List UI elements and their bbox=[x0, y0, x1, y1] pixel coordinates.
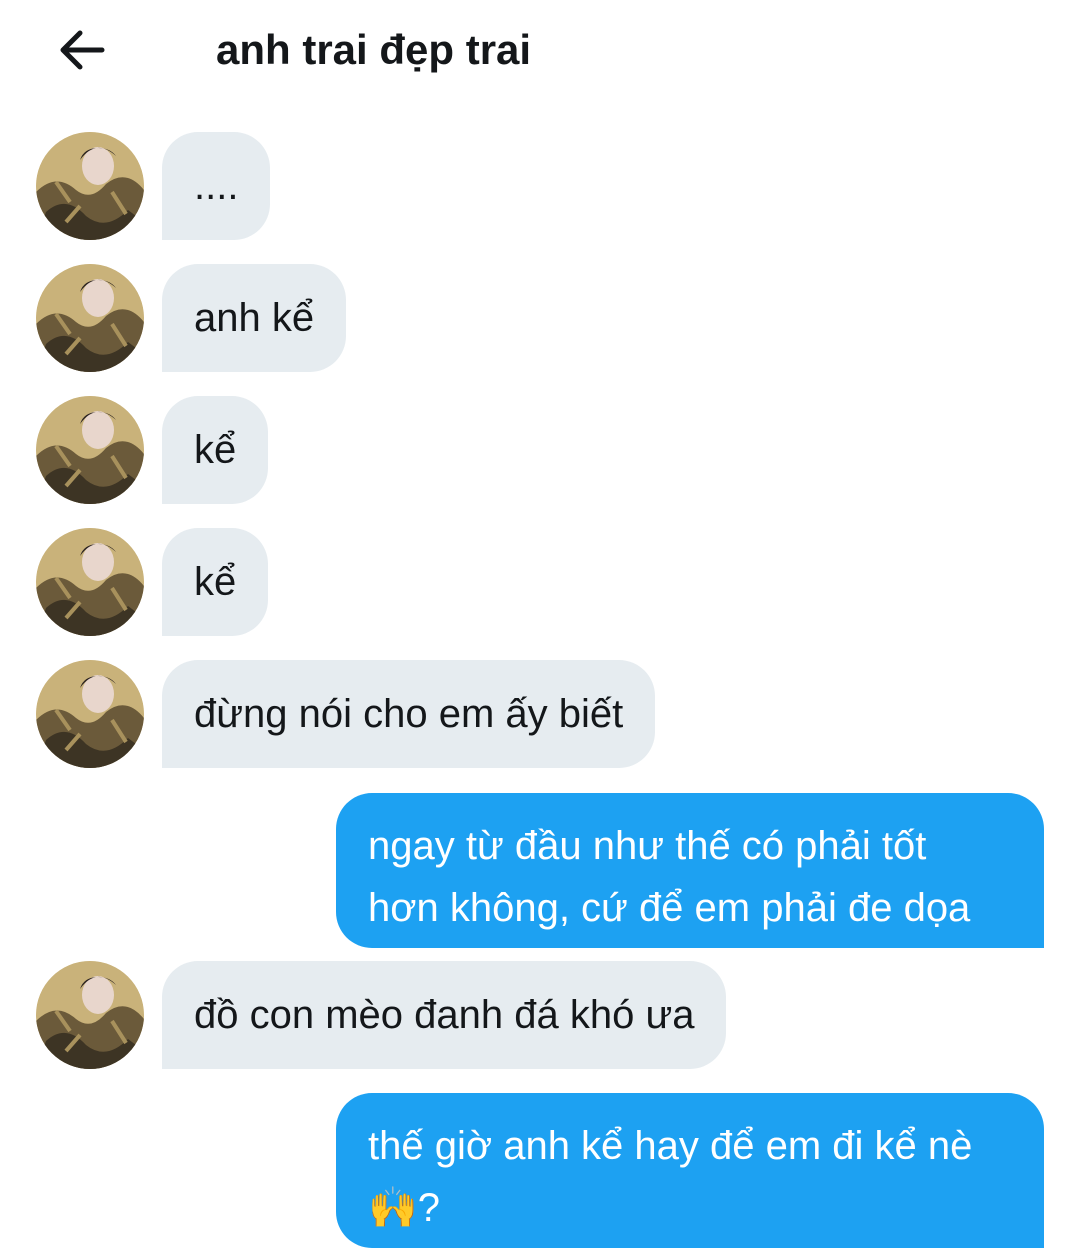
profile-photo bbox=[36, 396, 144, 504]
sent-message-bubble[interactable]: ngay từ đầu như thế có phải tốt hơn khôn… bbox=[336, 793, 1044, 948]
avatar[interactable] bbox=[36, 132, 144, 240]
profile-photo bbox=[36, 660, 144, 768]
profile-photo bbox=[36, 132, 144, 240]
received-message-bubble[interactable]: kể bbox=[162, 396, 269, 504]
avatar[interactable] bbox=[36, 396, 144, 504]
profile-photo bbox=[36, 961, 144, 1069]
avatar[interactable] bbox=[36, 961, 144, 1069]
profile-photo bbox=[36, 264, 144, 372]
received-message-bubble[interactable]: anh kể bbox=[162, 264, 347, 372]
avatar[interactable] bbox=[36, 264, 144, 372]
received-message-bubble[interactable]: kể bbox=[162, 528, 269, 636]
received-message-bubble[interactable]: .... bbox=[162, 132, 271, 240]
avatar[interactable] bbox=[36, 528, 144, 636]
message-thread: .... anh kể kể kể đừng nói cho em ấy biế… bbox=[0, 0, 1080, 1248]
received-message-bubble[interactable]: đừng nói cho em ấy biết bbox=[162, 660, 656, 768]
profile-photo bbox=[36, 528, 144, 636]
avatar[interactable] bbox=[36, 660, 144, 768]
sent-message-bubble[interactable]: thế giờ anh kể hay để em đi kể nè 🙌? bbox=[336, 1093, 1044, 1248]
received-message-bubble[interactable]: đồ con mèo đanh đá khó ưa bbox=[162, 961, 727, 1069]
